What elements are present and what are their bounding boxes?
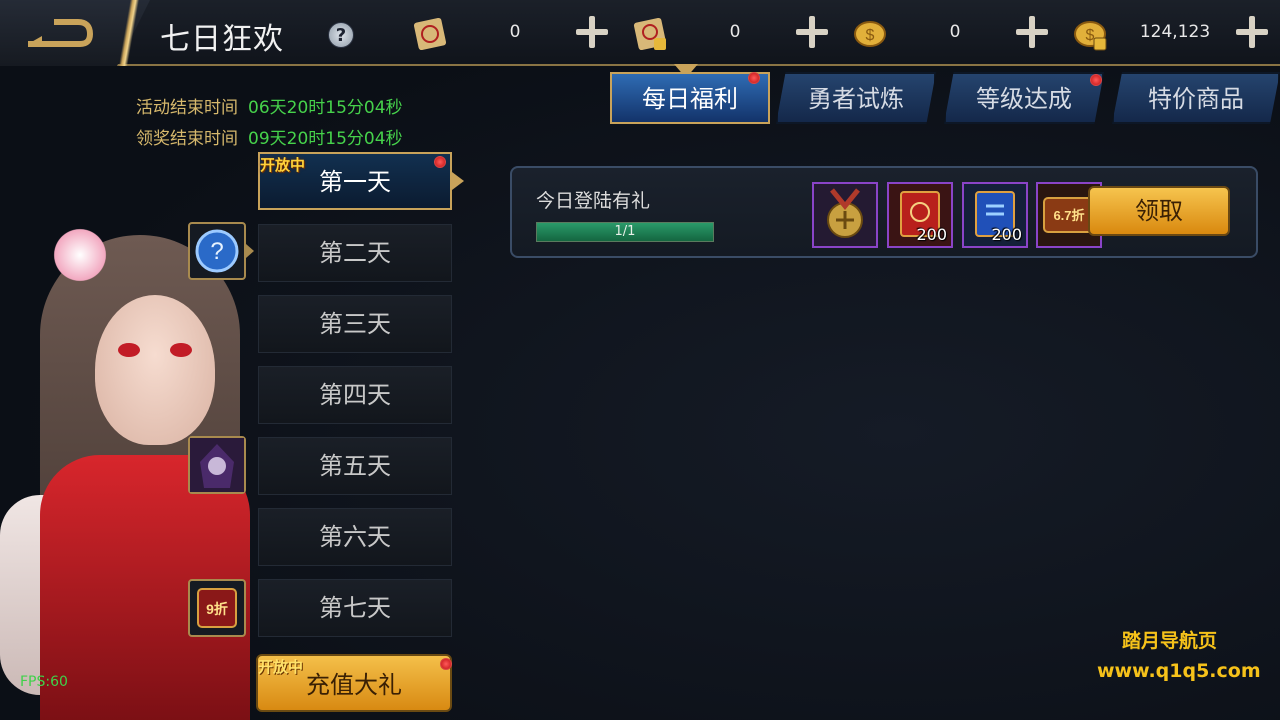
day-3-button[interactable]: 第三天: [258, 295, 452, 353]
activity-end-timer: 活动结束时间 06天20时15分04秒: [136, 93, 403, 118]
resource-value: 0: [509, 22, 521, 42]
reward-item-blue-book[interactable]: 200: [962, 182, 1028, 248]
back-arrow-icon: [28, 19, 94, 47]
gold-coin-icon: $: [854, 21, 886, 47]
notification-dot: [440, 658, 452, 670]
claim-button[interactable]: 领取: [1088, 186, 1230, 236]
claim-end-label: 领奖结束时间: [136, 129, 238, 149]
resource-locked-scroll: 0: [630, 10, 840, 56]
svg-text:$: $: [866, 27, 875, 44]
resource-value: 124,123: [1139, 22, 1211, 42]
character-eye: [170, 343, 192, 357]
day-4-button[interactable]: 第四天: [258, 366, 452, 424]
svg-text:$: $: [1086, 27, 1095, 44]
item-quantity: 200: [991, 225, 1022, 244]
tab-daily-benefits[interactable]: 每日福利: [610, 72, 770, 124]
help-icon[interactable]: ?: [328, 22, 354, 48]
task-progress-bar: 1/1: [536, 222, 714, 242]
icon-pointer: [246, 244, 254, 258]
top-bar: 七日狂欢 ? 0 0 $ 0 $ 124,123: [0, 0, 1280, 66]
notification-dot: [1090, 74, 1102, 86]
locked-gold-coin-icon: $: [1074, 21, 1107, 51]
question-orb-icon: ?: [195, 229, 239, 273]
selected-day-pointer: [452, 172, 464, 190]
discount-ticket-icon: 9折: [197, 588, 237, 628]
hooded-hero-icon: [190, 438, 244, 492]
discount-tag: 6.7折: [1053, 208, 1084, 223]
add-locked-gold-button[interactable]: [1230, 10, 1274, 54]
svg-text:?: ?: [210, 238, 223, 265]
tab-hero-trial[interactable]: 勇者试炼: [776, 72, 936, 124]
reward-item-red-book[interactable]: 200: [887, 182, 953, 248]
tab-special-offers[interactable]: 特价商品: [1112, 72, 1280, 124]
tab-level-achievement[interactable]: 等级达成: [944, 72, 1104, 124]
watermark-title: 踏月导航页: [1122, 630, 1218, 652]
resource-value: 0: [729, 22, 741, 42]
item-quantity: 200: [916, 225, 947, 244]
day-7-button[interactable]: 第七天: [258, 579, 452, 637]
reward-item-medal[interactable]: [812, 182, 878, 248]
scroll-icon: [413, 17, 447, 51]
open-badge: 开放中: [260, 156, 306, 174]
activity-end-label: 活动结束时间: [136, 98, 238, 118]
day-2-button[interactable]: 第二天: [258, 224, 452, 282]
day-5-button[interactable]: 第五天: [258, 437, 452, 495]
resource-scroll: 0: [410, 10, 620, 56]
fps-counter: FPS:60: [20, 674, 68, 690]
locked-scroll-icon: [633, 17, 667, 51]
resource-gold: $ 0: [850, 10, 1060, 56]
flower-icon: [50, 225, 110, 285]
progress-text: 1/1: [614, 224, 636, 239]
notification-dot: [748, 72, 760, 84]
resource-value: 0: [949, 22, 961, 42]
notification-dot: [434, 156, 446, 168]
task-name: 今日登陆有礼: [536, 190, 651, 212]
page-title: 七日狂欢: [160, 22, 284, 57]
activity-end-value: 06天20时15分04秒: [248, 98, 403, 118]
character-eye: [118, 343, 140, 357]
watermark-url: www.q1q5.com: [1097, 660, 1261, 682]
add-gold-button[interactable]: [1010, 10, 1054, 54]
add-scroll-button[interactable]: [570, 10, 614, 54]
hero-reward-icon[interactable]: [188, 436, 246, 494]
add-locked-scroll-button[interactable]: [790, 10, 834, 54]
discount-tag: 9折: [206, 601, 228, 617]
reward-panel: 今日登陆有礼 1/1 200 200 6.7折 领取: [510, 166, 1258, 258]
mystery-reward-icon[interactable]: ?: [188, 222, 254, 280]
medal-icon: [827, 188, 863, 238]
recharge-open-badge: 开放中: [258, 658, 304, 676]
resource-locked-gold: $ 124,123: [1070, 10, 1280, 56]
claim-end-timer: 领奖结束时间 09天20时15分04秒: [136, 124, 403, 149]
claim-end-value: 09天20时15分04秒: [248, 129, 403, 149]
back-button-edge: [108, 0, 152, 66]
discount-reward-icon[interactable]: 9折: [188, 579, 246, 637]
character-face: [95, 295, 215, 445]
day-6-button[interactable]: 第六天: [258, 508, 452, 566]
